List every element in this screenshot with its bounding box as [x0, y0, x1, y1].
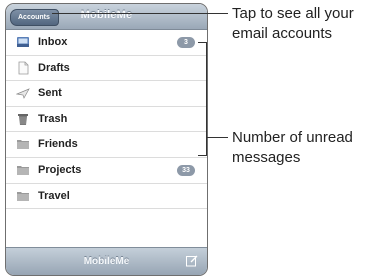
- phone-screen: Accounts MobileMe Inbox 3 Drafts Sent Tr…: [5, 3, 208, 276]
- mailbox-label: Trash: [38, 112, 68, 125]
- mailbox-label: Sent: [38, 87, 62, 100]
- unread-bracket-top: [198, 42, 207, 43]
- trash-icon: [18, 113, 28, 125]
- unread-badge: 33: [177, 164, 195, 176]
- accounts-callout-line: [52, 13, 228, 14]
- drafts-icon: [18, 61, 29, 74]
- sent-icon: [16, 88, 30, 100]
- mailbox-row-trash[interactable]: Trash: [6, 107, 207, 133]
- mailbox-label: Projects: [38, 163, 82, 176]
- mailbox-row-inbox[interactable]: Inbox 3: [6, 30, 207, 56]
- folder-icon: [17, 140, 29, 150]
- unread-bracket-bottom: [198, 155, 207, 156]
- mailbox-row-projects[interactable]: Projects 33: [6, 158, 207, 184]
- mailbox-label: Inbox: [38, 36, 68, 48]
- mailbox-label: Friends: [38, 138, 78, 151]
- mailbox-label: Drafts: [38, 61, 70, 74]
- bottom-toolbar: MobileMe: [6, 247, 207, 275]
- nav-title: MobileMe: [80, 9, 133, 21]
- mailbox-row-drafts[interactable]: Drafts: [6, 56, 207, 82]
- folder-icon: [17, 165, 29, 175]
- accounts-callout-text: Tap to see all your email accounts: [232, 5, 354, 42]
- mailbox-list: Inbox 3 Drafts Sent Trash Friends Projec…: [6, 30, 207, 210]
- mailbox-row-sent[interactable]: Sent: [6, 81, 207, 107]
- folder-icon: [17, 191, 29, 201]
- unread-callout-line: [207, 137, 228, 138]
- bottom-title: MobileMe: [83, 256, 130, 267]
- mailbox-label: Travel: [38, 189, 70, 202]
- unread-bracket-vertical: [206, 42, 207, 155]
- compose-icon[interactable]: [186, 255, 198, 267]
- navigation-bar: Accounts MobileMe: [6, 4, 207, 30]
- mailbox-row-friends[interactable]: Friends: [6, 132, 207, 158]
- mailbox-row-travel[interactable]: Travel: [6, 184, 207, 210]
- inbox-icon: [17, 37, 29, 47]
- unread-badge: 3: [177, 37, 195, 48]
- unread-callout-text: Number of unread messages: [232, 129, 353, 166]
